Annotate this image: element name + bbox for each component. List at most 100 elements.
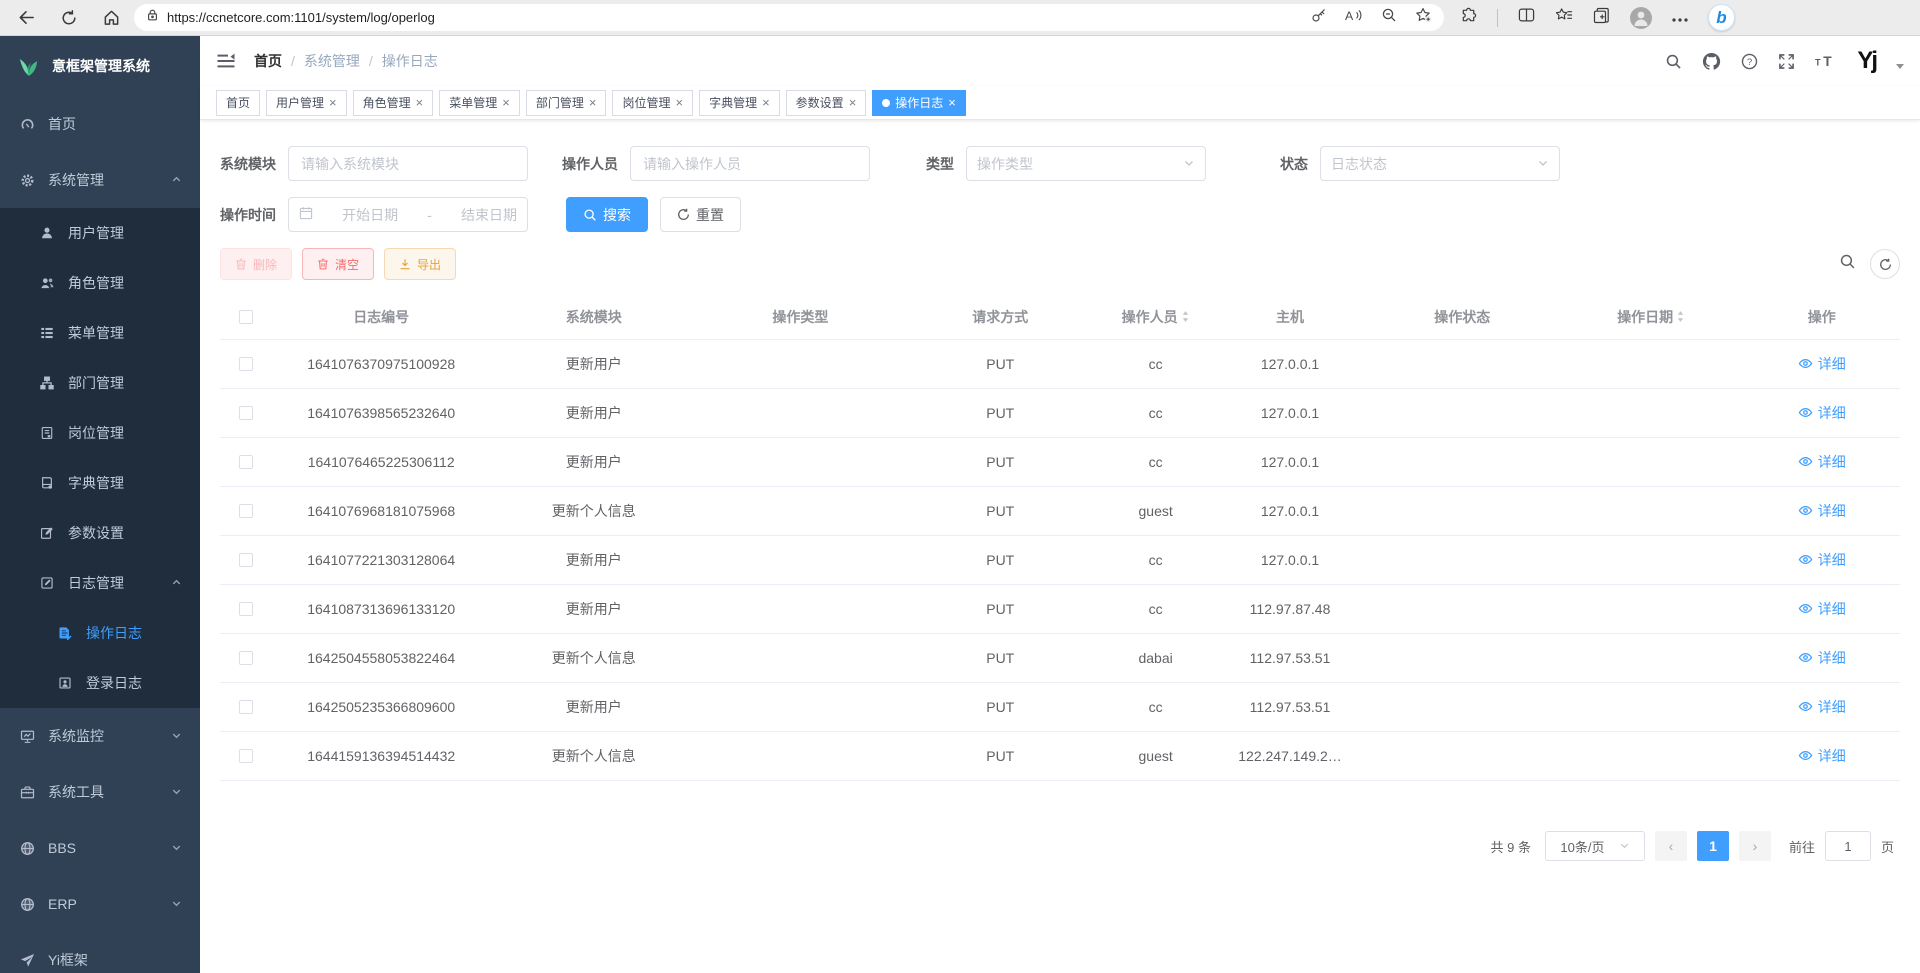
status-filter-select[interactable]: 日志状态: [1320, 146, 1560, 181]
close-icon[interactable]: ×: [502, 96, 510, 109]
sidebar-item-system-tools[interactable]: 系统工具: [0, 764, 200, 820]
row-checkbox[interactable]: [239, 504, 253, 518]
table-row[interactable]: 1641076370975100928 更新用户 PUT cc 127.0.0.…: [220, 340, 1900, 389]
module-filter-input[interactable]: [288, 146, 528, 181]
close-icon[interactable]: ×: [416, 96, 424, 109]
detail-link[interactable]: 详细: [1798, 697, 1846, 717]
breadcrumb-home[interactable]: 首页: [254, 51, 282, 71]
tab-user-mgmt[interactable]: 用户管理×: [266, 90, 347, 116]
row-checkbox[interactable]: [239, 602, 253, 616]
prev-page-button[interactable]: ‹: [1655, 831, 1687, 861]
browser-home-icon[interactable]: [103, 9, 120, 26]
row-checkbox[interactable]: [239, 749, 253, 763]
browser-refresh-icon[interactable]: [61, 10, 77, 26]
font-size-icon[interactable]: TT: [1815, 53, 1837, 69]
row-checkbox[interactable]: [239, 700, 253, 714]
url-text[interactable]: https://ccnetcore.com:1101/system/log/op…: [167, 10, 1303, 25]
profile-avatar[interactable]: [1630, 7, 1652, 29]
table-row[interactable]: 1641077221303128064 更新用户 PUT cc 127.0.0.…: [220, 536, 1900, 585]
extensions-icon[interactable]: [1460, 7, 1477, 29]
detail-link[interactable]: 详细: [1798, 501, 1846, 521]
sidebar-item-erp[interactable]: ERP: [0, 876, 200, 932]
favorites-icon[interactable]: [1555, 7, 1573, 28]
sidebar-item-yi-framework[interactable]: Yi框架: [0, 932, 200, 973]
help-icon[interactable]: ?: [1741, 53, 1758, 70]
row-checkbox[interactable]: [239, 455, 253, 469]
clear-button[interactable]: 清空: [302, 248, 374, 280]
user-logo-badge[interactable]: Yj: [1857, 47, 1876, 75]
tab-menu-mgmt[interactable]: 菜单管理×: [439, 90, 520, 116]
delete-button[interactable]: 删除: [220, 248, 292, 280]
sidebar-item-log-mgmt[interactable]: 日志管理: [0, 558, 200, 608]
tab-dict-mgmt[interactable]: 字典管理×: [699, 90, 780, 116]
split-screen-icon[interactable]: [1518, 7, 1535, 28]
close-icon[interactable]: ×: [329, 96, 337, 109]
sidebar-fold-icon[interactable]: [216, 51, 236, 71]
tab-post-mgmt[interactable]: 岗位管理×: [612, 90, 693, 116]
table-row[interactable]: 1641076968181075968 更新个人信息 PUT guest 127…: [220, 487, 1900, 536]
sidebar-item-param-settings[interactable]: 参数设置: [0, 508, 200, 558]
bing-chat-icon[interactable]: b: [1708, 4, 1735, 31]
tab-dept-mgmt[interactable]: 部门管理×: [526, 90, 607, 116]
password-key-icon[interactable]: [1311, 7, 1327, 28]
sidebar-item-post-mgmt[interactable]: 岗位管理: [0, 408, 200, 458]
detail-link[interactable]: 详细: [1798, 648, 1846, 668]
caret-down-icon[interactable]: [1896, 64, 1904, 69]
next-page-button[interactable]: ›: [1739, 831, 1771, 861]
sidebar-item-dict-mgmt[interactable]: 字典管理: [0, 458, 200, 508]
table-row[interactable]: 1642505235366809600 更新用户 PUT cc 112.97.5…: [220, 683, 1900, 732]
row-checkbox[interactable]: [239, 406, 253, 420]
close-icon[interactable]: ×: [762, 96, 770, 109]
detail-link[interactable]: 详细: [1798, 354, 1846, 374]
close-icon[interactable]: ×: [849, 96, 857, 109]
app-logo[interactable]: 意框架管理系统: [0, 36, 200, 96]
detail-link[interactable]: 详细: [1798, 550, 1846, 570]
tab-home[interactable]: 首页: [216, 90, 260, 116]
header-operator[interactable]: 操作人员: [1097, 307, 1215, 327]
address-bar[interactable]: https://ccnetcore.com:1101/system/log/op…: [134, 4, 1444, 31]
row-checkbox[interactable]: [239, 357, 253, 371]
detail-link[interactable]: 详细: [1798, 746, 1846, 766]
tab-role-mgmt[interactable]: 角色管理×: [353, 90, 434, 116]
detail-link[interactable]: 详细: [1798, 403, 1846, 423]
breadcrumb-system-mgmt[interactable]: 系统管理: [304, 51, 360, 71]
zoom-out-icon[interactable]: [1381, 7, 1397, 28]
reset-button[interactable]: 重置: [660, 197, 741, 232]
page-number-button[interactable]: 1: [1697, 831, 1729, 861]
detail-link[interactable]: 详细: [1798, 599, 1846, 619]
close-icon[interactable]: ×: [675, 96, 683, 109]
table-row[interactable]: 1644159136394514432 更新个人信息 PUT guest 122…: [220, 732, 1900, 781]
show-search-icon[interactable]: [1839, 253, 1856, 275]
sidebar-item-bbs[interactable]: BBS: [0, 820, 200, 876]
close-icon[interactable]: ×: [948, 96, 956, 109]
table-row[interactable]: 1641076465225306112 更新用户 PUT cc 127.0.0.…: [220, 438, 1900, 487]
sidebar-item-operation-log[interactable]: 操作日志: [0, 608, 200, 658]
sidebar-item-user-mgmt[interactable]: 用户管理: [0, 208, 200, 258]
sidebar-item-system-mgmt[interactable]: 系统管理: [0, 152, 200, 208]
row-checkbox[interactable]: [239, 651, 253, 665]
table-row[interactable]: 1641087313696133120 更新用户 PUT cc 112.97.8…: [220, 585, 1900, 634]
sidebar-item-role-mgmt[interactable]: 角色管理: [0, 258, 200, 308]
table-row[interactable]: 1641076398565232640 更新用户 PUT cc 127.0.0.…: [220, 389, 1900, 438]
sidebar-item-menu-mgmt[interactable]: 菜单管理: [0, 308, 200, 358]
goto-page-input[interactable]: [1825, 831, 1871, 861]
export-button[interactable]: 导出: [384, 248, 456, 280]
detail-link[interactable]: 详细: [1798, 452, 1846, 472]
page-size-select[interactable]: 10条/页: [1545, 831, 1645, 861]
sidebar-item-system-monitor[interactable]: 系统监控: [0, 708, 200, 764]
refresh-table-button[interactable]: [1870, 249, 1900, 279]
type-filter-select[interactable]: 操作类型: [966, 146, 1206, 181]
add-favorite-icon[interactable]: [1415, 7, 1432, 28]
read-aloud-icon[interactable]: A: [1345, 8, 1363, 28]
search-icon[interactable]: [1665, 53, 1682, 70]
sidebar-item-dept-mgmt[interactable]: 部门管理: [0, 358, 200, 408]
collections-icon[interactable]: [1593, 7, 1610, 29]
more-options-icon[interactable]: [1672, 9, 1688, 27]
search-button[interactable]: 搜索: [566, 197, 648, 232]
select-all-checkbox[interactable]: [239, 310, 253, 324]
sidebar-item-home[interactable]: 首页: [0, 96, 200, 152]
sidebar-item-login-log[interactable]: 登录日志: [0, 658, 200, 708]
github-icon[interactable]: [1702, 52, 1721, 71]
fullscreen-icon[interactable]: [1778, 53, 1795, 70]
browser-back-icon[interactable]: [18, 9, 35, 26]
